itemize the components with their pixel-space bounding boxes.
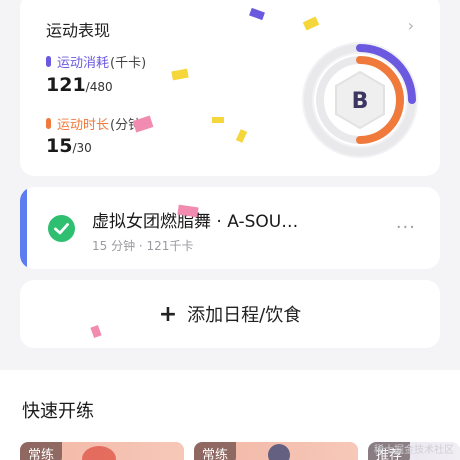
quick-start-tile-2[interactable]: 常练 — [194, 442, 358, 460]
tile-tag: 常练 — [20, 442, 63, 460]
watermark: 稀土掘金技术社区 — [374, 445, 454, 456]
more-dots-icon[interactable]: ··· — [396, 217, 416, 238]
quick-start-tile-1[interactable]: 常练 — [20, 442, 184, 460]
duration-dot — [46, 118, 51, 129]
performance-card[interactable]: 运动表现 › 运动消耗 (千卡) 121/480 运动时长 (分钟 15/30 … — [20, 0, 440, 176]
calories-target: /480 — [85, 80, 113, 94]
quick-start-section: 快速开练 常练 常练 推荐 稀土掘金技术社区 — [0, 370, 460, 460]
tile-tag: 常练 — [194, 442, 237, 460]
duration-label: 运动时长 (分钟 — [46, 114, 141, 133]
plus-icon: + — [158, 301, 178, 327]
quick-start-title: 快速开练 — [22, 401, 94, 422]
chevron-right-icon[interactable]: › — [408, 16, 414, 35]
duration-current: 15 — [46, 135, 73, 157]
calories-dot — [46, 56, 51, 67]
duration-label-text: 运动时长 — [57, 118, 110, 133]
schedule-meta: 15 分钟 · 121千卡 — [92, 239, 194, 253]
calories-label: 运动消耗 (千卡) — [46, 52, 146, 71]
performance-title: 运动表现 — [46, 21, 111, 40]
tile-image — [268, 444, 290, 460]
calories-value: 121/480 — [46, 74, 113, 96]
check-circle-icon[interactable] — [48, 215, 75, 242]
duration-value: 15/30 — [46, 135, 92, 157]
add-schedule-button[interactable]: + 添加日程/饮食 — [20, 280, 440, 348]
calories-unit: (千卡) — [110, 56, 147, 71]
schedule-accent-bar — [20, 187, 27, 269]
performance-ring-chart: B — [302, 42, 418, 158]
calories-current: 121 — [46, 74, 86, 96]
calories-label-text: 运动消耗 — [57, 56, 110, 71]
confetti — [212, 117, 224, 123]
tile-image — [82, 446, 116, 460]
duration-target: /30 — [72, 141, 92, 155]
grade-letter: B — [352, 89, 369, 114]
schedule-item[interactable]: 虚拟女团燃脂舞 · A-SOU… 15 分钟 · 121千卡 ··· — [20, 187, 440, 269]
add-schedule-label: 添加日程/饮食 — [187, 305, 302, 326]
